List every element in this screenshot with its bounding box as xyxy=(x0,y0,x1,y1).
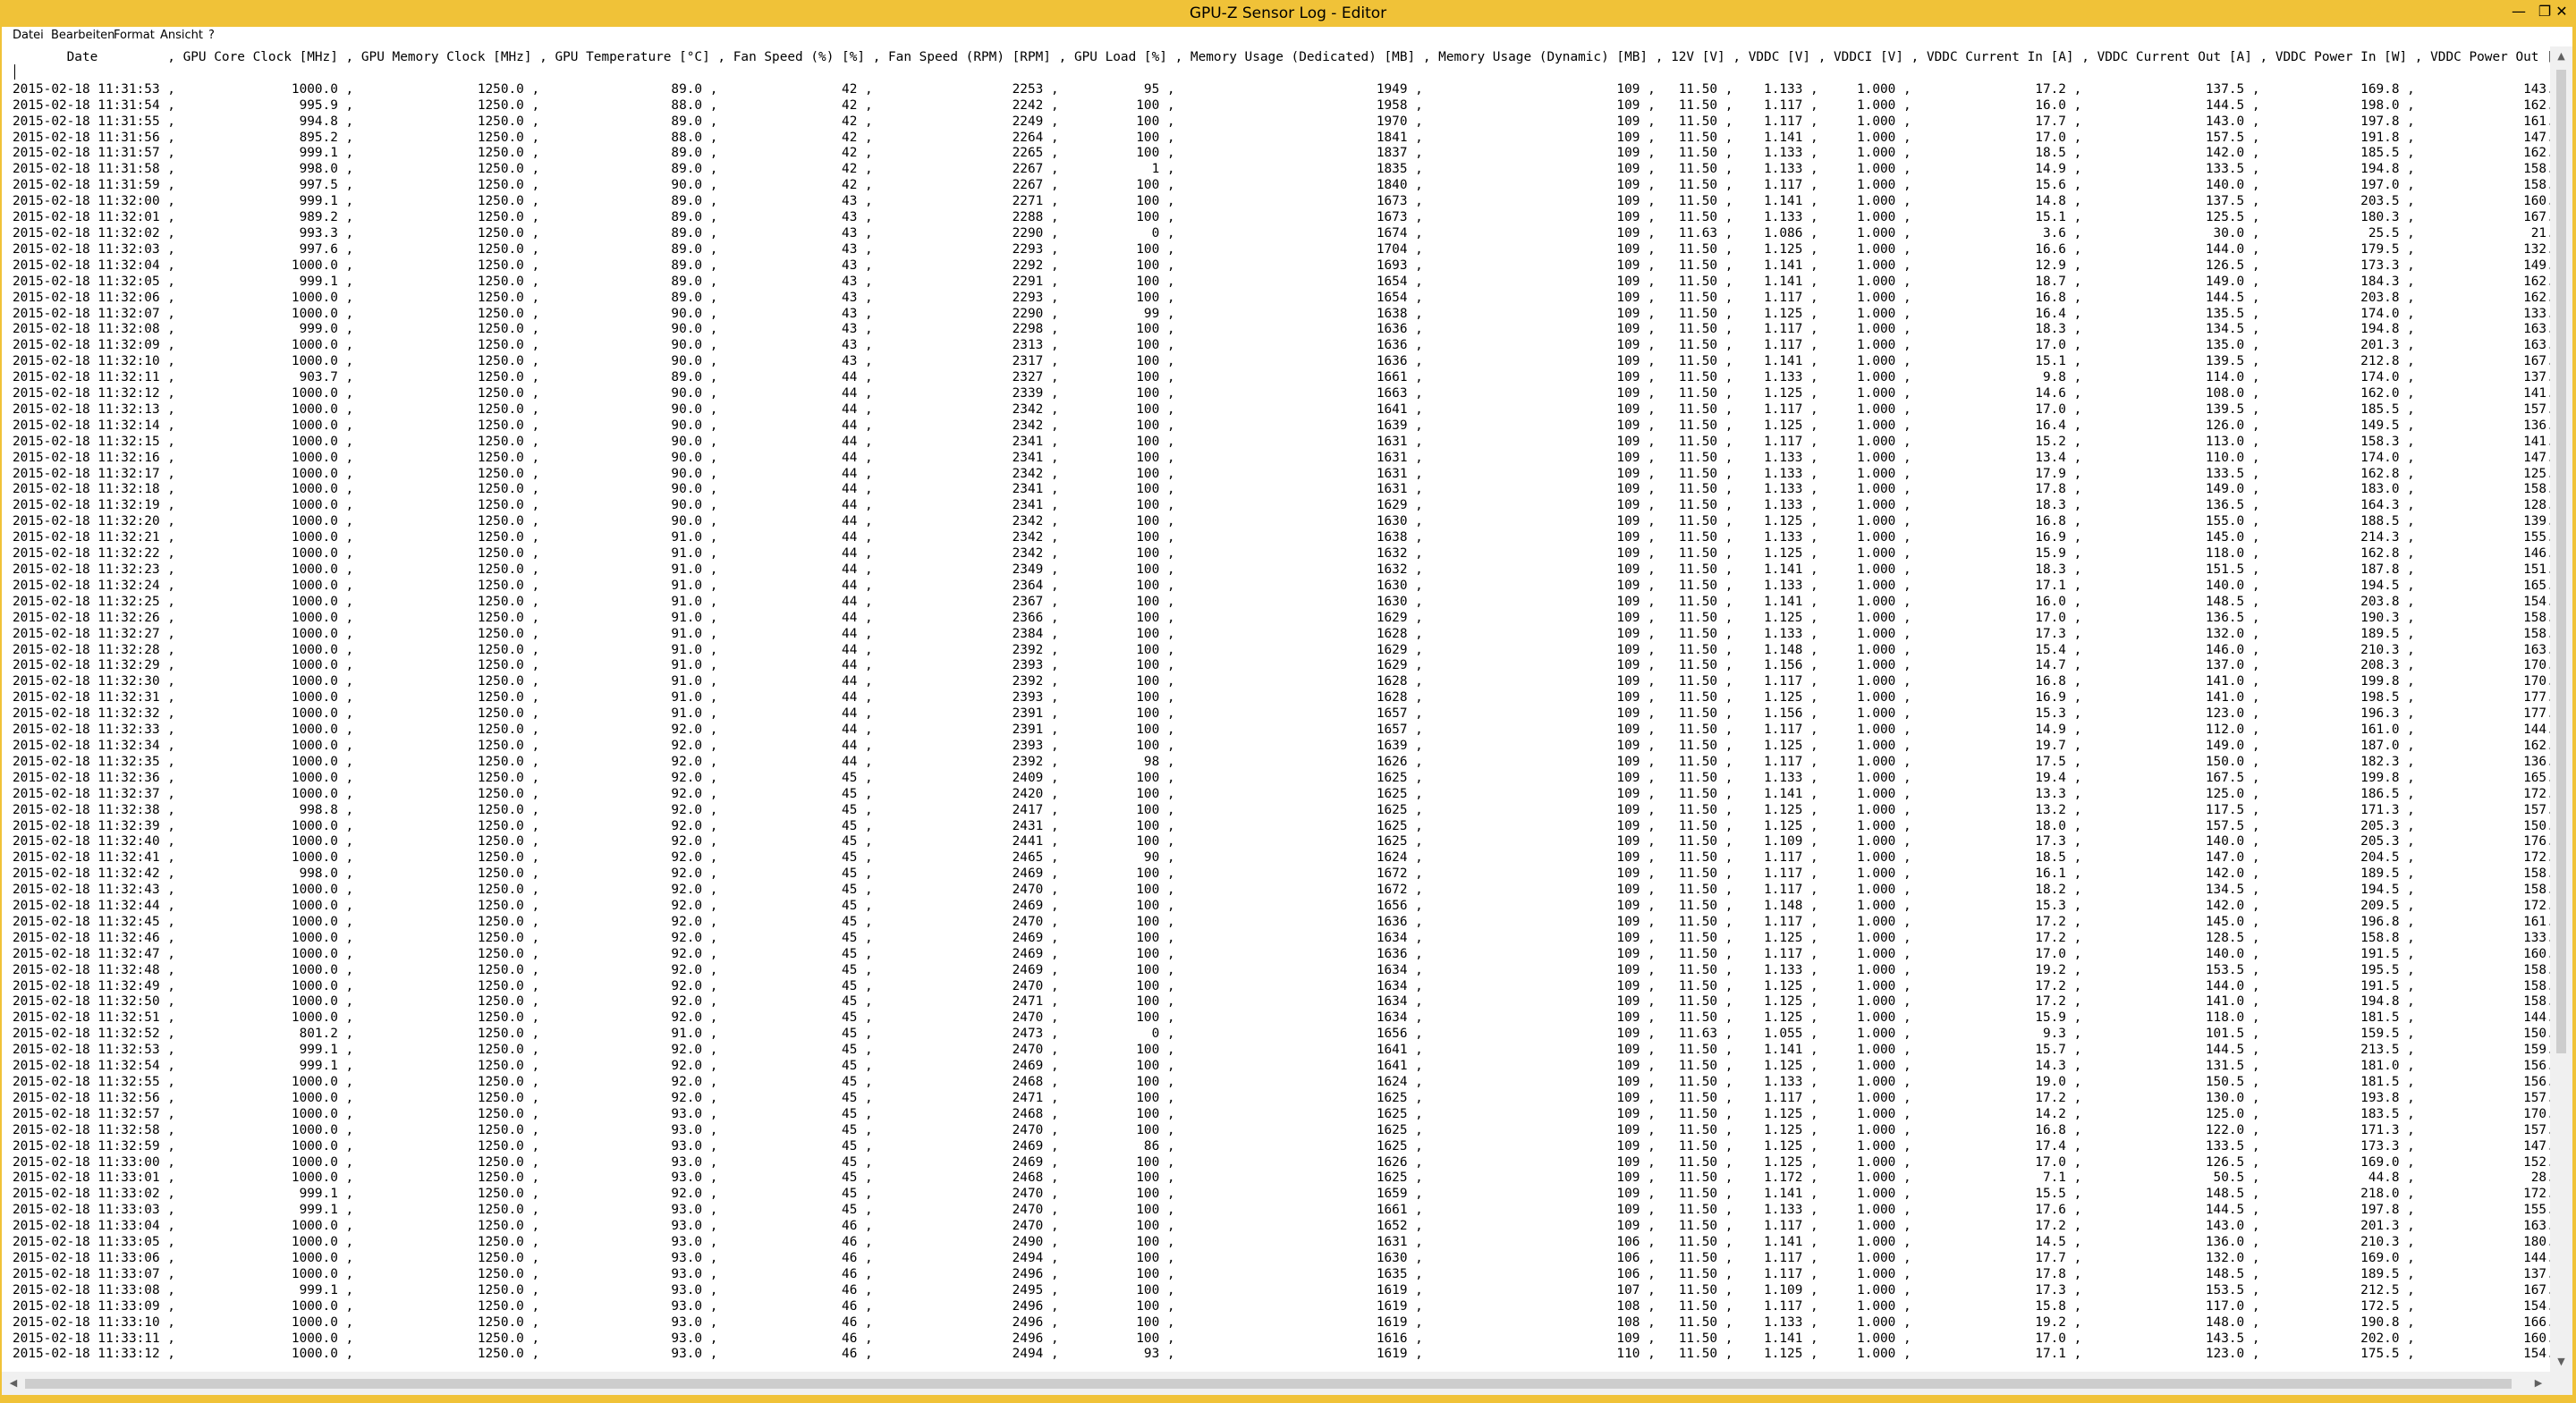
menu-bar: Datei Bearbeiten Format Ansicht ? xyxy=(2,27,2572,46)
menu-help[interactable]: ? xyxy=(208,29,215,42)
title-bar[interactable]: GPU-Z Sensor Log - Editor — ❐ ✕ xyxy=(0,0,2576,27)
text-editor-area[interactable]: Date , GPU Core Clock [MHz] , GPU Memory… xyxy=(2,46,2550,1372)
menu-edit[interactable]: Bearbeiten xyxy=(51,29,114,42)
menu-view[interactable]: Ansicht xyxy=(160,29,203,42)
scroll-left-arrow-icon[interactable]: ◀ xyxy=(4,1372,23,1395)
window-title: GPU-Z Sensor Log - Editor xyxy=(1189,4,1387,22)
horizontal-scrollbar[interactable]: ◀ ▶ xyxy=(2,1372,2550,1395)
scroll-up-arrow-icon[interactable]: ▲ xyxy=(2550,46,2572,66)
text-caret xyxy=(14,64,15,80)
scroll-right-arrow-icon[interactable]: ▶ xyxy=(2529,1372,2548,1395)
vertical-scrollbar[interactable]: ▲ ▼ xyxy=(2550,46,2572,1372)
close-button[interactable]: ✕ xyxy=(2551,0,2572,25)
scroll-down-arrow-icon[interactable]: ▼ xyxy=(2550,1352,2572,1372)
menu-file[interactable]: Datei xyxy=(13,29,44,42)
log-text: Date , GPU Core Clock [MHz] , GPU Memory… xyxy=(13,50,2550,1362)
horizontal-scroll-thumb[interactable] xyxy=(25,1379,2512,1389)
editor-window: GPU-Z Sensor Log - Editor — ❐ ✕ Datei Be… xyxy=(0,0,2576,1403)
vertical-scroll-thumb[interactable] xyxy=(2556,70,2566,1053)
scrollbar-corner xyxy=(2550,1372,2572,1395)
menu-format[interactable]: Format xyxy=(114,29,155,42)
